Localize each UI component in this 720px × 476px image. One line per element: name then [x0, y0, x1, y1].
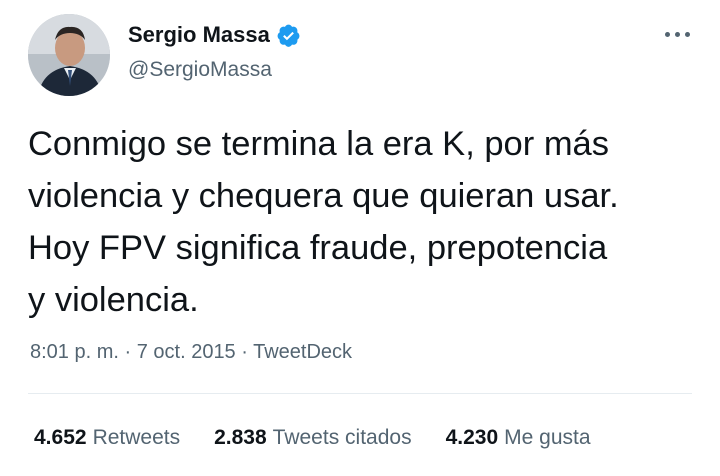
author-handle[interactable]: @SergioMassa [128, 57, 272, 83]
retweets-count: 4.652 [34, 426, 87, 449]
tweet-date[interactable]: 7 oct. 2015 [137, 341, 236, 363]
quotes-stat[interactable]: 2.838 Tweets citados [214, 425, 411, 451]
quotes-count: 2.838 [214, 426, 267, 449]
tweet-card: Sergio Massa @SergioMassa Conmigo se ter… [0, 0, 720, 476]
tweet-text: Conmigo se termina la era K, por más vio… [28, 118, 698, 326]
meta-separator: · [241, 341, 254, 363]
tweet-stats: 4.652 Retweets 2.838 Tweets citados 4.230 M… [34, 425, 625, 451]
tweet-time[interactable]: 8:01 p. m. [30, 341, 119, 363]
tweet-metadata: 8:01 p. m. · 7 oct. 2015 · TweetDeck [30, 339, 352, 365]
likes-count: 4.230 [445, 426, 499, 449]
tweet-text-line: violencia y chequera que quieran usar. [28, 177, 619, 215]
tweet-source[interactable]: TweetDeck [253, 341, 352, 363]
likes-stat[interactable]: 4.230 Me gusta [446, 425, 591, 451]
verified-badge-icon [276, 23, 301, 48]
avatar[interactable] [28, 14, 110, 96]
tweet-text-line: y violencia. [28, 281, 199, 319]
divider [28, 393, 692, 394]
retweets-label: Retweets [92, 426, 181, 449]
author-name-row[interactable]: Sergio Massa [128, 22, 301, 48]
tweet-text-line: Hoy FPV significa fraude, prepotencia [28, 229, 608, 267]
more-options-icon[interactable] [664, 25, 692, 43]
likes-label: Me gusta [504, 426, 591, 449]
retweets-stat[interactable]: 4.652 Retweets [34, 425, 180, 451]
quotes-label: Tweets citados [272, 426, 412, 449]
meta-separator: · [124, 341, 137, 363]
tweet-text-line: Conmigo se termina la era K, por más [28, 125, 609, 163]
author-display-name[interactable]: Sergio Massa [128, 22, 270, 48]
